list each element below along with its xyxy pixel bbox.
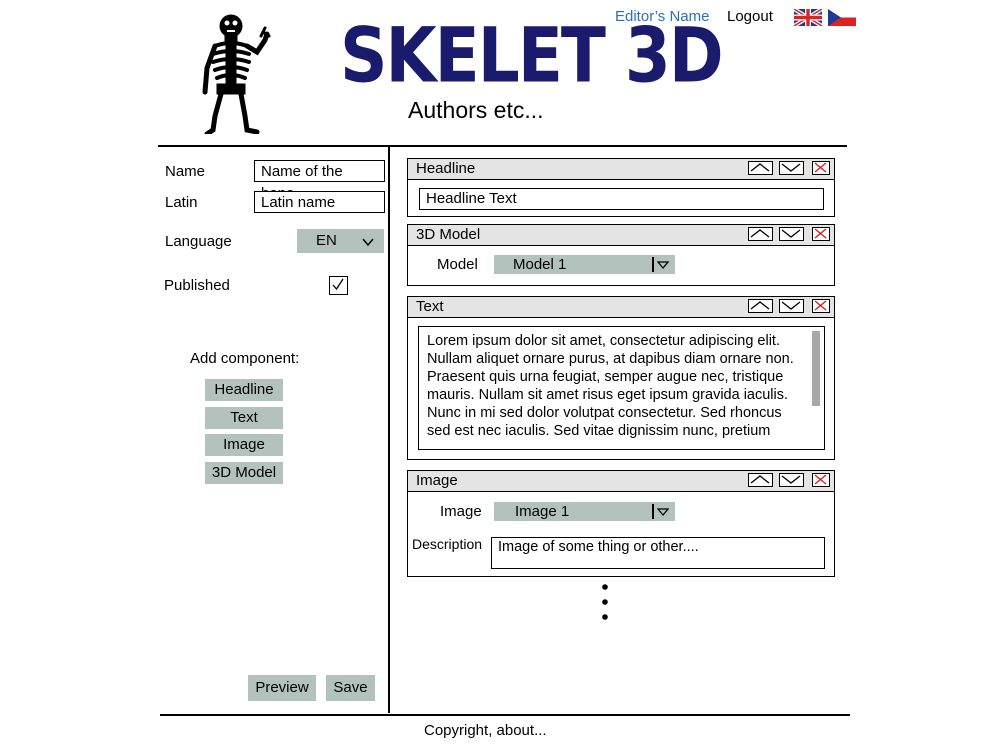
remove-button[interactable] xyxy=(812,161,830,175)
checkmark-icon xyxy=(332,278,344,291)
column-divider xyxy=(388,147,390,713)
headline-panel: Headline Headline Text xyxy=(407,158,835,217)
move-up-button[interactable] xyxy=(748,473,773,487)
close-icon xyxy=(814,228,827,239)
model-panel: 3D Model Model Model 1 xyxy=(407,224,835,286)
logout-link[interactable]: Logout xyxy=(727,8,773,25)
name-label: Name xyxy=(165,163,206,180)
select-divider xyxy=(652,257,654,272)
remove-button[interactable] xyxy=(812,227,830,241)
chevron-down-icon xyxy=(781,475,801,484)
panel-title: Text xyxy=(416,298,444,315)
close-icon xyxy=(814,300,827,311)
chevron-down-icon xyxy=(781,229,801,238)
image-panel: Image Image Image 1 Description Image of… xyxy=(407,470,835,577)
chevron-down-icon xyxy=(781,163,801,172)
remove-button[interactable] xyxy=(812,473,830,487)
triangle-down-icon xyxy=(657,261,669,269)
triangle-down-icon xyxy=(657,508,669,516)
header-divider xyxy=(158,145,847,147)
description-label: Description xyxy=(412,536,483,552)
language-select-value: EN xyxy=(316,232,337,249)
close-icon xyxy=(814,162,827,173)
close-icon xyxy=(814,474,827,485)
uk-flag-icon[interactable] xyxy=(794,9,822,26)
brand-title: SKELET 3D xyxy=(340,11,724,100)
scrollbar-thumb[interactable] xyxy=(812,331,820,406)
chevron-up-icon xyxy=(750,163,770,172)
text-line: sed est nec iaculis. Sed vitae dignissim… xyxy=(427,423,771,439)
chevron-up-icon xyxy=(750,229,770,238)
published-checkbox[interactable] xyxy=(329,276,348,295)
skeleton-logo-icon xyxy=(202,14,271,134)
footer-divider xyxy=(160,714,850,716)
chevron-up-icon xyxy=(750,475,770,484)
add-headline-button[interactable]: Headline xyxy=(205,379,283,401)
text-area[interactable]: Lorem ipsum dolor sit amet, consectetur … xyxy=(418,326,825,450)
model-label: Model xyxy=(437,256,478,273)
model-select[interactable]: Model 1 xyxy=(494,255,675,274)
text-line: Nunc in mi sed dolor volutpat consectetu… xyxy=(427,405,782,421)
add-3d-model-button[interactable]: 3D Model xyxy=(205,462,283,484)
model-select-value: Model 1 xyxy=(513,256,567,273)
move-up-button[interactable] xyxy=(748,299,773,313)
panel-title: Image xyxy=(416,472,458,489)
text-panel: Text Lorem ipsum dolor sit amet, consect… xyxy=(407,296,835,460)
more-components-ellipsis-icon xyxy=(602,584,608,620)
remove-button[interactable] xyxy=(812,299,830,313)
footer-text[interactable]: Copyright, about... xyxy=(424,722,547,739)
chevron-down-icon xyxy=(362,238,374,246)
move-down-button[interactable] xyxy=(779,161,804,175)
editor-name-link[interactable]: Editor’s Name xyxy=(615,8,709,25)
image-select-value: Image 1 xyxy=(515,503,570,520)
language-label: Language xyxy=(165,233,232,250)
headline-input[interactable]: Headline Text xyxy=(419,188,824,210)
page-subtitle: Authors etc... xyxy=(408,97,544,123)
add-text-button[interactable]: Text xyxy=(205,407,283,429)
add-image-button[interactable]: Image xyxy=(205,434,283,456)
cz-flag-icon[interactable] xyxy=(828,9,856,26)
chevron-up-icon xyxy=(750,301,770,310)
chevron-down-icon xyxy=(781,301,801,310)
move-down-button[interactable] xyxy=(779,299,804,313)
move-up-button[interactable] xyxy=(748,161,773,175)
latin-field[interactable]: Latin name xyxy=(254,191,385,213)
name-field[interactable]: Name of the bone xyxy=(254,160,385,202)
text-line: Lorem ipsum dolor sit amet, consectetur … xyxy=(427,333,780,349)
description-field[interactable]: Image of some thing or other.... xyxy=(491,537,825,569)
published-label: Published xyxy=(164,277,230,294)
move-up-button[interactable] xyxy=(748,227,773,241)
image-label: Image xyxy=(440,503,482,520)
save-button[interactable]: Save xyxy=(326,675,375,701)
panel-title: 3D Model xyxy=(416,226,481,243)
text-line: Nullam aliquet ornare purus, at dapibus … xyxy=(427,351,794,367)
latin-label: Latin xyxy=(165,194,198,211)
text-line: Praesent quis urna feugiat, semper augue… xyxy=(427,369,784,385)
image-select[interactable]: Image 1 xyxy=(494,502,675,521)
add-component-label: Add component: xyxy=(190,350,300,367)
text-line: mauris. Nullam sit amet risus eget ipsum… xyxy=(427,387,789,403)
select-divider xyxy=(652,504,654,519)
move-down-button[interactable] xyxy=(779,227,804,241)
panel-title: Headline xyxy=(416,160,476,177)
language-select[interactable]: EN xyxy=(297,229,384,253)
move-down-button[interactable] xyxy=(779,473,804,487)
preview-button[interactable]: Preview xyxy=(248,675,316,701)
